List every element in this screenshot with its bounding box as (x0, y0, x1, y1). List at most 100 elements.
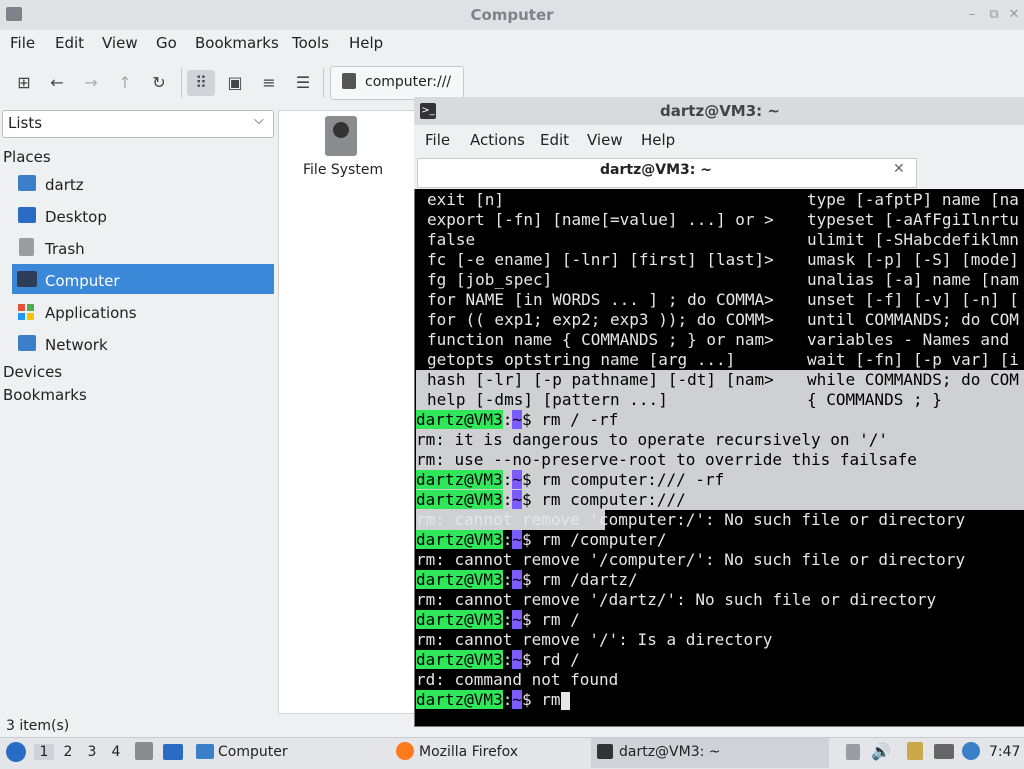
address-text[interactable]: computer:/// (365, 74, 451, 90)
terminal-command-line: dartz@VM3:~$ rm /computer/ (416, 530, 1024, 550)
trash-icon (19, 238, 34, 256)
bookmarks-header[interactable]: Bookmarks (3, 386, 87, 404)
command-text: rm computer:/// -rf (531, 470, 725, 489)
devices-header[interactable]: Devices (3, 363, 62, 381)
workspace-3[interactable]: 3 (82, 744, 102, 760)
chevron-down-icon[interactable]: ⌵ (254, 113, 264, 128)
fm-menu-view[interactable]: View (102, 34, 138, 52)
terminal-line: for NAME [in WORDS ... ] ; do COMMA> unse… (416, 290, 1024, 310)
builtin-left: false (427, 230, 476, 249)
eject-icon[interactable] (846, 744, 860, 760)
clipboard-icon[interactable] (907, 742, 923, 760)
prompt-dollar: $ (521, 530, 532, 549)
prompt-path: ~ (512, 490, 522, 509)
prompt-colon: : (502, 530, 513, 549)
prompt-path: ~ (512, 470, 522, 489)
side-pane-mode-select[interactable] (2, 110, 274, 138)
applications-icon-part (27, 304, 34, 311)
terminal-line: exit [n] type [-afptP] name [na (416, 190, 1024, 210)
builtin-right: type [-afptP] name [na (807, 190, 1019, 209)
folder-icon (196, 744, 214, 759)
workspace-2[interactable]: 2 (58, 744, 78, 760)
workspace-4[interactable]: 4 (106, 744, 126, 760)
terminal-line: fc [-e ename] [-lnr] [first] [last]> umas… (416, 250, 1024, 270)
forward-icon[interactable]: → (77, 70, 105, 96)
close-icon[interactable]: ✕ (1006, 7, 1022, 23)
terminal-window-title: dartz@VM3: ~ (660, 102, 780, 120)
terminal-line: getopts optstring name [arg ...] wait [-f… (416, 350, 1024, 370)
network-status-icon[interactable] (934, 744, 954, 759)
prompt-colon: : (502, 690, 513, 709)
terminal-screen[interactable]: exit [n] type [-afptP] name [na export [-… (416, 190, 1024, 722)
fm-menu-tools[interactable]: Tools (292, 34, 329, 52)
file-view[interactable] (278, 110, 420, 714)
show-desktop-icon[interactable] (163, 744, 183, 760)
fm-menu-file[interactable]: File (10, 34, 35, 52)
builtin-left: getopts optstring name [arg ...] (427, 350, 736, 369)
minimize-icon[interactable]: – (964, 7, 980, 23)
icon-view-icon[interactable]: ⠿ (187, 70, 215, 96)
back-icon[interactable]: ← (43, 70, 71, 96)
thumbnail-view-icon[interactable]: ▣ (221, 70, 249, 96)
terminal-output-line: rm: use --no-preserve-root to override t… (416, 450, 917, 469)
command-text: rm /computer/ (531, 530, 667, 549)
start-menu-icon[interactable] (6, 742, 26, 762)
update-notifier-icon[interactable] (962, 742, 980, 760)
fm-menu-edit[interactable]: Edit (55, 34, 84, 52)
terminal-command-line: dartz@VM3:~$ rm /dartz/ (416, 570, 1024, 590)
prompt-path: ~ (512, 690, 522, 709)
workspace-1[interactable]: 1 (34, 744, 54, 760)
file-manager-launcher-icon[interactable] (135, 742, 153, 760)
terminal-line: export [-fn] [name[=value] ...] or > type… (416, 210, 1024, 230)
terminal-command-line: dartz@VM3:~$ rd / (416, 650, 1024, 670)
builtin-right: variables - Names and (807, 330, 1010, 349)
places-header[interactable]: Places (3, 148, 51, 166)
builtin-right: umask [-p] [-S] [mode] (807, 250, 1019, 269)
reload-icon[interactable]: ↻ (145, 70, 173, 96)
prompt-user: dartz@VM3 (416, 610, 503, 629)
compact-view-icon[interactable]: ≡ (255, 70, 283, 96)
maximize-icon[interactable]: ⧉ (986, 7, 1002, 23)
fm-menu-go[interactable]: Go (156, 34, 177, 52)
terminal-menu-file[interactable]: File (425, 131, 450, 149)
builtin-left: export [-fn] [name[=value] ...] or > (427, 210, 774, 229)
terminal-menu-edit[interactable]: Edit (540, 131, 569, 149)
clock[interactable]: 7:47 (989, 744, 1020, 760)
builtin-left: fc [-e ename] [-lnr] [first] [last]> (427, 250, 774, 269)
command-text: rm computer:/// (531, 490, 686, 509)
prompt-user: dartz@VM3 (416, 530, 503, 549)
prompt-dollar: $ (521, 570, 532, 589)
applications-icon (18, 304, 25, 311)
terminal-menu-view[interactable]: View (587, 131, 623, 149)
prompt-colon: : (502, 410, 513, 429)
builtin-right: wait [-fn] [-p var] [i (807, 350, 1019, 369)
terminal-menu-actions[interactable]: Actions (470, 131, 525, 149)
desktop-icon (18, 207, 36, 223)
network-icon (18, 335, 36, 351)
close-icon[interactable]: ✕ (893, 161, 905, 177)
prompt-path: ~ (512, 410, 522, 429)
prompt-colon: : (502, 470, 513, 489)
builtin-left: for NAME [in WORDS ... ] ; do COMMA> (427, 290, 774, 309)
fm-menu-bookmarks[interactable]: Bookmarks (195, 34, 279, 52)
fm-menubar (0, 30, 1024, 56)
builtin-left: fg [job_spec] (427, 270, 553, 289)
terminal-icon (597, 744, 613, 759)
new-tab-icon[interactable]: ⊞ (10, 70, 38, 96)
file-item-label[interactable]: File System (303, 162, 383, 178)
detailed-list-icon[interactable]: ☰ (289, 70, 317, 96)
terminal-line: false ulimit [-SHabcdefiklmn (416, 230, 1024, 250)
up-icon[interactable]: ↑ (111, 70, 139, 96)
builtin-right: { COMMANDS ; } (807, 390, 942, 409)
terminal-menu-help[interactable]: Help (641, 131, 675, 149)
volume-icon[interactable]: 🔊 (871, 742, 891, 761)
task-label: Mozilla Firefox (419, 744, 519, 760)
computer-icon (17, 271, 37, 287)
terminal-command-line: dartz@VM3:~$ rm computer:/// -rf (416, 470, 1024, 490)
applications-icon-part (18, 313, 25, 320)
builtin-right: typeset [-aAfFgiIlnrtu (807, 210, 1019, 229)
sidebar-item-label: Network (45, 336, 108, 354)
prompt-dollar: $ (521, 610, 532, 629)
terminal-output-line: rm: it is dangerous to operate recursive… (416, 430, 889, 449)
fm-menu-help[interactable]: Help (349, 34, 383, 52)
